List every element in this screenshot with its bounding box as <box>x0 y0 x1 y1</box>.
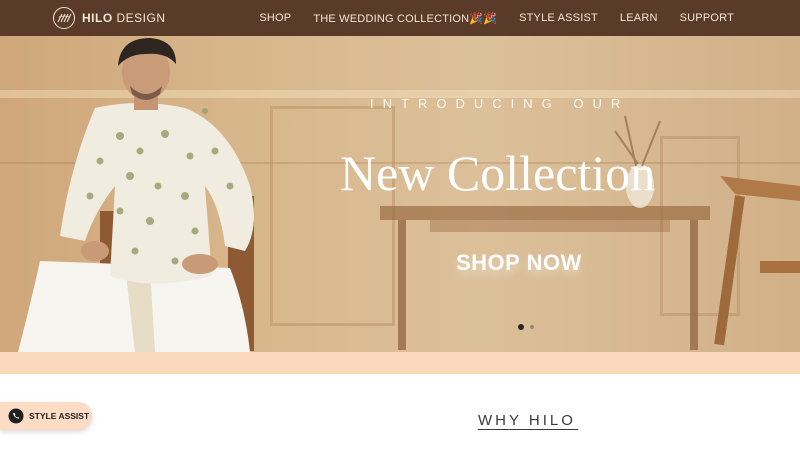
carousel-dots <box>518 324 540 330</box>
why-hilo-section: WHY HILO <box>0 374 800 450</box>
hero-banner[interactable]: INTRODUCING OUR New Collection SHOP NOW <box>0 36 800 352</box>
carousel-dot-1[interactable] <box>518 324 524 330</box>
main-nav: SHOP THE WEDDING COLLECTION🎉🎉 STYLE ASSI… <box>259 0 734 36</box>
carousel-dot-2[interactable] <box>530 325 534 329</box>
nav-item-wedding-collection[interactable]: THE WEDDING COLLECTION🎉🎉 <box>313 12 497 25</box>
brand-name: HILO DESIGN <box>82 11 166 25</box>
nav-item-support[interactable]: SUPPORT <box>680 12 734 24</box>
hilo-monogram-icon <box>53 7 75 29</box>
whatsapp-icon <box>8 408 24 424</box>
section-heading: WHY HILO <box>478 412 576 429</box>
nav-item-style-assist[interactable]: STYLE ASSIST <box>519 12 598 24</box>
shop-now-button[interactable]: SHOP NOW <box>456 250 596 284</box>
hero-title: New Collection <box>340 145 656 201</box>
nav-item-shop[interactable]: SHOP <box>259 12 291 24</box>
hero-subtitle: INTRODUCING OUR <box>370 96 630 111</box>
promo-band <box>0 352 800 374</box>
style-assist-button[interactable]: STYLE ASSIST <box>0 402 92 430</box>
style-assist-label: STYLE ASSIST <box>29 411 90 421</box>
site-header: HILO DESIGN SHOP THE WEDDING COLLECTION🎉… <box>0 0 800 36</box>
heading-underline <box>478 429 578 430</box>
nav-item-learn[interactable]: LEARN <box>620 12 658 24</box>
brand-logo[interactable]: HILO DESIGN <box>52 6 166 30</box>
